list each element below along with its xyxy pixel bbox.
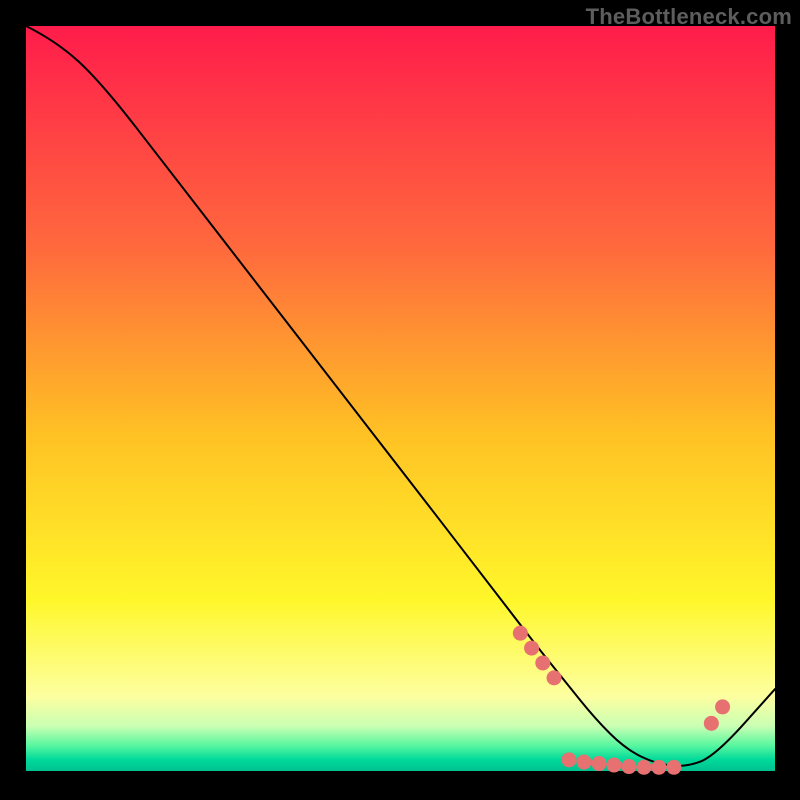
marker-dot: [651, 760, 666, 775]
plot-background: [26, 26, 775, 771]
chart-svg: [0, 0, 800, 800]
marker-dot: [715, 699, 730, 714]
marker-dot: [524, 641, 539, 656]
marker-dot: [547, 670, 562, 685]
watermark-text: TheBottleneck.com: [586, 4, 792, 30]
marker-dot: [704, 716, 719, 731]
marker-dot: [621, 759, 636, 774]
marker-dot: [577, 755, 592, 770]
marker-dot: [562, 752, 577, 767]
marker-dot: [606, 758, 621, 773]
marker-dot: [535, 655, 550, 670]
marker-dot: [591, 756, 606, 771]
chart-stage: TheBottleneck.com: [0, 0, 800, 800]
marker-dot: [513, 626, 528, 641]
marker-dot: [636, 760, 651, 775]
marker-dot: [666, 760, 681, 775]
